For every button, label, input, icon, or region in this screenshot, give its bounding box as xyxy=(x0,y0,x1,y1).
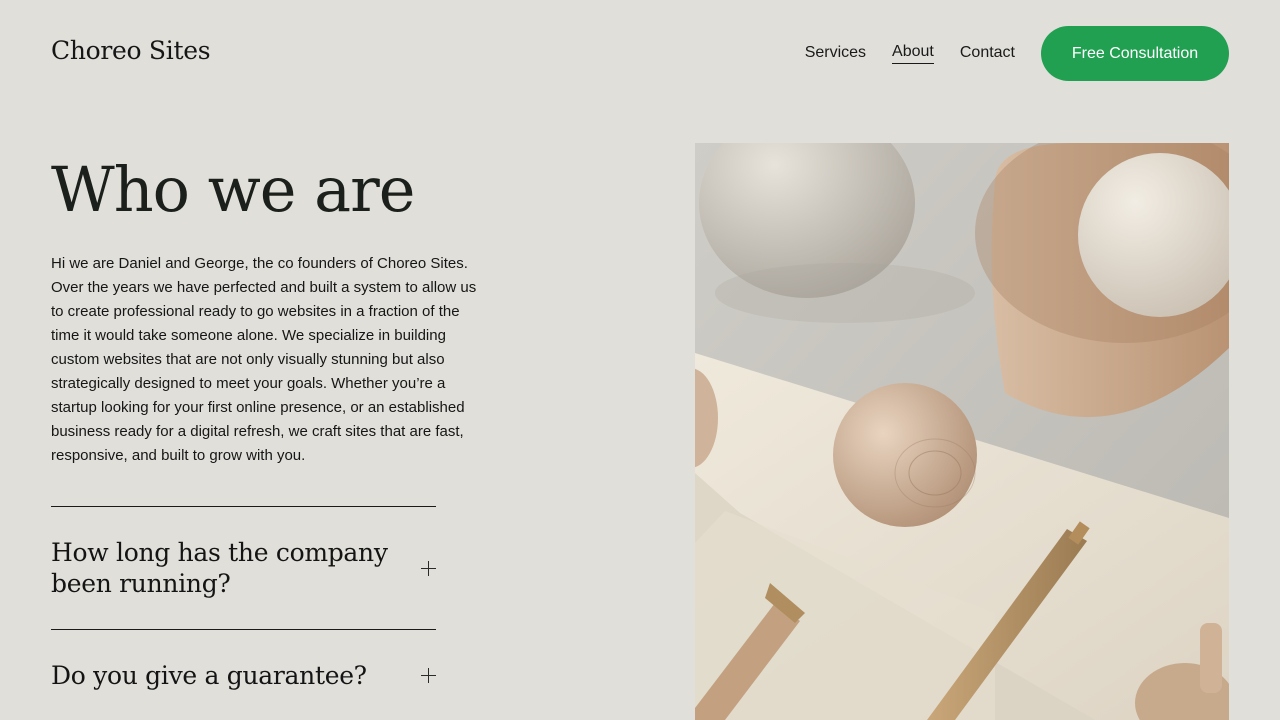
main-nav: Services About Contact Free Consultation xyxy=(805,26,1229,81)
nav-link-contact[interactable]: Contact xyxy=(960,44,1015,64)
logo[interactable]: Choreo Sites xyxy=(51,36,211,65)
faq-item[interactable]: Do you give a guarantee? xyxy=(51,629,436,720)
plus-icon[interactable] xyxy=(421,668,436,683)
nav-link-about[interactable]: About xyxy=(892,43,934,64)
nav-link-services[interactable]: Services xyxy=(805,44,866,64)
faq-question: Do you give a guarantee? xyxy=(51,661,367,690)
page-title: Who we are xyxy=(51,153,415,226)
plus-icon[interactable] xyxy=(421,561,436,576)
free-consultation-button[interactable]: Free Consultation xyxy=(1041,26,1229,81)
hero-image xyxy=(695,143,1229,720)
faq-question: How long has the company been running? xyxy=(51,538,388,598)
still-life-photo xyxy=(695,143,1229,720)
intro-paragraph: Hi we are Daniel and George, the co foun… xyxy=(51,255,477,464)
faq-item[interactable]: How long has the company been running? xyxy=(51,506,436,630)
